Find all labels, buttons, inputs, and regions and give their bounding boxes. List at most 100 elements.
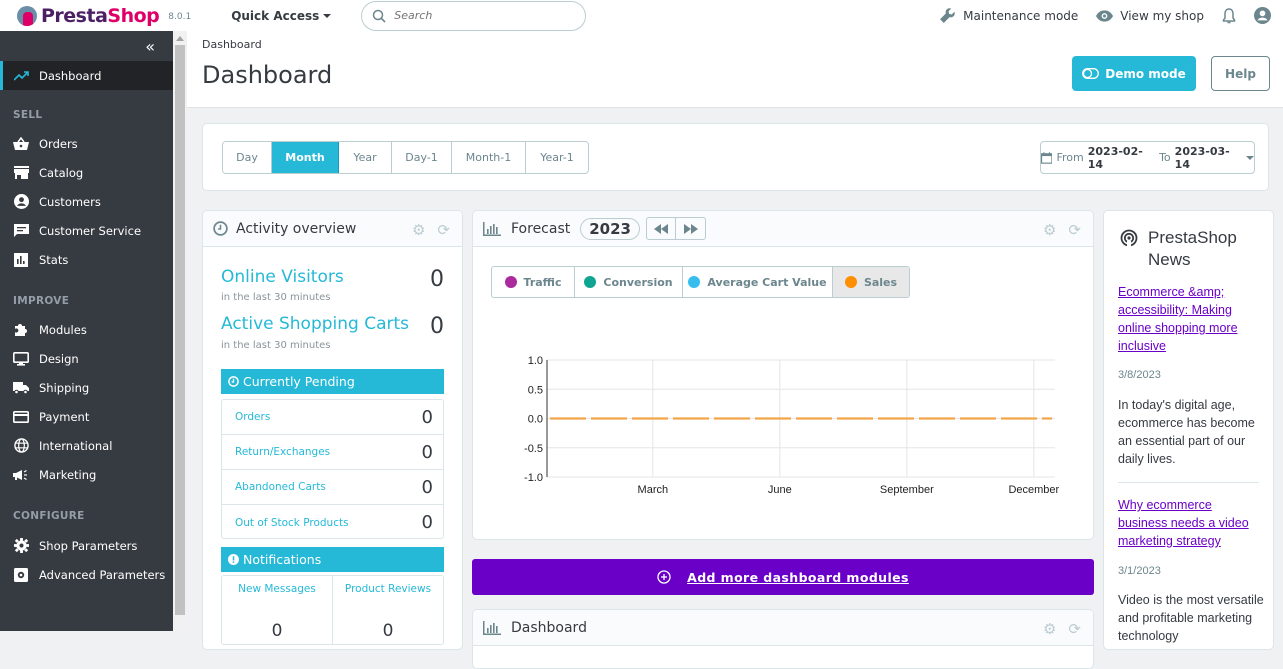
pending-label[interactable]: Return/Exchanges (235, 446, 330, 458)
year-navigation (646, 217, 706, 240)
brand-part2: Shop (107, 5, 159, 27)
next-year-button[interactable] (676, 218, 705, 239)
breadcrumb[interactable]: Dashboard (202, 38, 262, 51)
pending-row-out-of-stock: Out of Stock Products0 (222, 505, 443, 540)
new-messages-label[interactable]: New Messages (222, 583, 332, 595)
sidebar-item-customers[interactable]: Customers (0, 187, 173, 216)
period-month-button[interactable]: Month (272, 142, 339, 173)
y-tick-label: 0.0 (528, 414, 543, 426)
active-carts-value: 0 (430, 314, 444, 339)
new-messages-cell[interactable]: New Messages 0 (222, 576, 333, 644)
sidebar-item-stats[interactable]: Stats (0, 245, 173, 274)
sidebar-item-modules[interactable]: Modules (0, 315, 173, 344)
sidebar-item-label: International (39, 439, 112, 453)
search-input[interactable] (394, 9, 564, 22)
credit-card-icon (13, 411, 29, 423)
megaphone-icon (13, 469, 29, 481)
activity-overview-title: Activity overview (236, 221, 356, 237)
quick-access-dropdown[interactable]: Quick Access (231, 9, 331, 23)
product-reviews-label[interactable]: Product Reviews (333, 583, 443, 595)
sidebar-item-label: Modules (39, 323, 87, 337)
configure-gear-icon[interactable]: ⚙ (1043, 221, 1056, 239)
sales-dot-icon (845, 276, 857, 288)
maintenance-mode-label: Maintenance mode (963, 9, 1078, 23)
sidebar-item-payment[interactable]: Payment (0, 402, 173, 431)
sidebar-item-label: Dashboard (39, 69, 101, 83)
online-visitors-link[interactable]: Online Visitors (221, 267, 344, 287)
help-button[interactable]: Help (1211, 56, 1270, 91)
view-my-shop-link[interactable]: View my shop (1096, 9, 1204, 23)
period-day-1-button[interactable]: Day-1 (392, 142, 452, 173)
user-account-button[interactable] (1254, 7, 1271, 24)
forward-icon (684, 224, 698, 234)
sidebar-item-advanced-parameters[interactable]: Advanced Parameters (0, 560, 173, 589)
sidebar-scrollbar[interactable] (173, 31, 187, 631)
period-day-button[interactable]: Day (223, 142, 272, 173)
legend-label: Sales (864, 276, 897, 289)
pending-row-returns: Return/Exchanges0 (222, 435, 443, 470)
previous-year-button[interactable] (647, 218, 676, 239)
news-article-link[interactable]: Why ecommerce business needs a video mar… (1118, 496, 1258, 550)
sidebar-item-dashboard[interactable]: Dashboard (0, 61, 173, 90)
sidebar-item-catalog[interactable]: Catalog (0, 158, 173, 187)
collapse-sidebar-button[interactable]: « (0, 31, 173, 61)
product-reviews-value: 0 (333, 621, 443, 641)
active-carts-sub: in the last 30 minutes (221, 340, 330, 351)
prestashop-logo[interactable]: PrestaShop 8.0.1 (17, 5, 191, 27)
legend-label: Average Cart Value (707, 276, 826, 289)
period-year-1-button[interactable]: Year-1 (526, 142, 588, 173)
sidebar-section-sell: SELL (0, 105, 173, 125)
refresh-icon[interactable]: ⟳ (437, 221, 450, 239)
refresh-icon[interactable]: ⟳ (1068, 221, 1081, 239)
date-range-picker[interactable]: From 2023-02-14 To 2023-03-14 (1040, 141, 1255, 174)
pending-row-orders: Orders0 (222, 400, 443, 435)
x-tick-label: June (768, 484, 792, 496)
settings-box-icon (13, 568, 29, 582)
news-article-link[interactable]: Ecommerce &amp; accessibility: Making on… (1118, 283, 1258, 355)
legend-average-cart-value[interactable]: Average Cart Value (683, 267, 833, 297)
toggle-icon (1082, 68, 1099, 79)
product-reviews-cell[interactable]: Product Reviews 0 (333, 576, 443, 644)
currently-pending-header: Currently Pending (221, 369, 444, 394)
sidebar-item-design[interactable]: Design (0, 344, 173, 373)
sidebar-item-shop-parameters[interactable]: Shop Parameters (0, 531, 173, 560)
from-date: 2023-02-14 (1088, 145, 1155, 171)
pending-label[interactable]: Out of Stock Products (235, 517, 349, 529)
pending-list: Orders0 Return/Exchanges0 Abandoned Cart… (221, 399, 444, 539)
pending-label[interactable]: Orders (235, 411, 270, 423)
puzzle-icon (13, 322, 29, 337)
add-dashboard-modules-button[interactable]: Add more dashboard modules (472, 559, 1094, 595)
scroll-up-arrow-icon[interactable] (176, 36, 184, 41)
search-box[interactable] (361, 1, 586, 31)
sidebar-item-marketing[interactable]: Marketing (0, 460, 173, 489)
legend-sales[interactable]: Sales (833, 267, 909, 297)
shopping-basket-icon (13, 137, 29, 150)
sidebar-item-international[interactable]: International (0, 431, 173, 460)
store-icon (13, 166, 29, 179)
from-label: From (1056, 151, 1083, 164)
globe-icon (13, 438, 29, 453)
configure-gear-icon[interactable]: ⚙ (412, 221, 425, 239)
maintenance-mode-link[interactable]: Maintenance mode (939, 7, 1078, 24)
sidebar-item-label: Stats (39, 253, 68, 267)
sidebar-item-orders[interactable]: Orders (0, 129, 173, 158)
notifications-button[interactable] (1222, 8, 1236, 24)
legend-traffic[interactable]: Traffic (492, 267, 575, 297)
calendar-icon (1041, 152, 1052, 164)
user-circle-icon (1254, 7, 1271, 24)
sidebar-nav: « Dashboard SELL Orders Catalog Customer… (0, 31, 173, 631)
configure-gear-icon[interactable]: ⚙ (1043, 620, 1056, 638)
brand-part1: Presta (41, 5, 107, 27)
sidebar-item-customer-service[interactable]: Customer Service (0, 216, 173, 245)
period-year-button[interactable]: Year (339, 142, 392, 173)
sidebar-section-configure: CONFIGURE (0, 506, 173, 526)
pending-label[interactable]: Abandoned Carts (235, 481, 326, 493)
demo-mode-button[interactable]: Demo mode (1072, 56, 1196, 91)
period-month-1-button[interactable]: Month-1 (452, 142, 526, 173)
legend-conversion[interactable]: Conversion (575, 267, 683, 297)
refresh-icon[interactable]: ⟳ (1068, 620, 1081, 638)
notifications-grid: New Messages 0 Product Reviews 0 (221, 575, 444, 645)
active-carts-link[interactable]: Active Shopping Carts (221, 314, 409, 334)
sidebar-item-shipping[interactable]: Shipping (0, 373, 173, 402)
scrollbar-thumb[interactable] (175, 45, 185, 615)
